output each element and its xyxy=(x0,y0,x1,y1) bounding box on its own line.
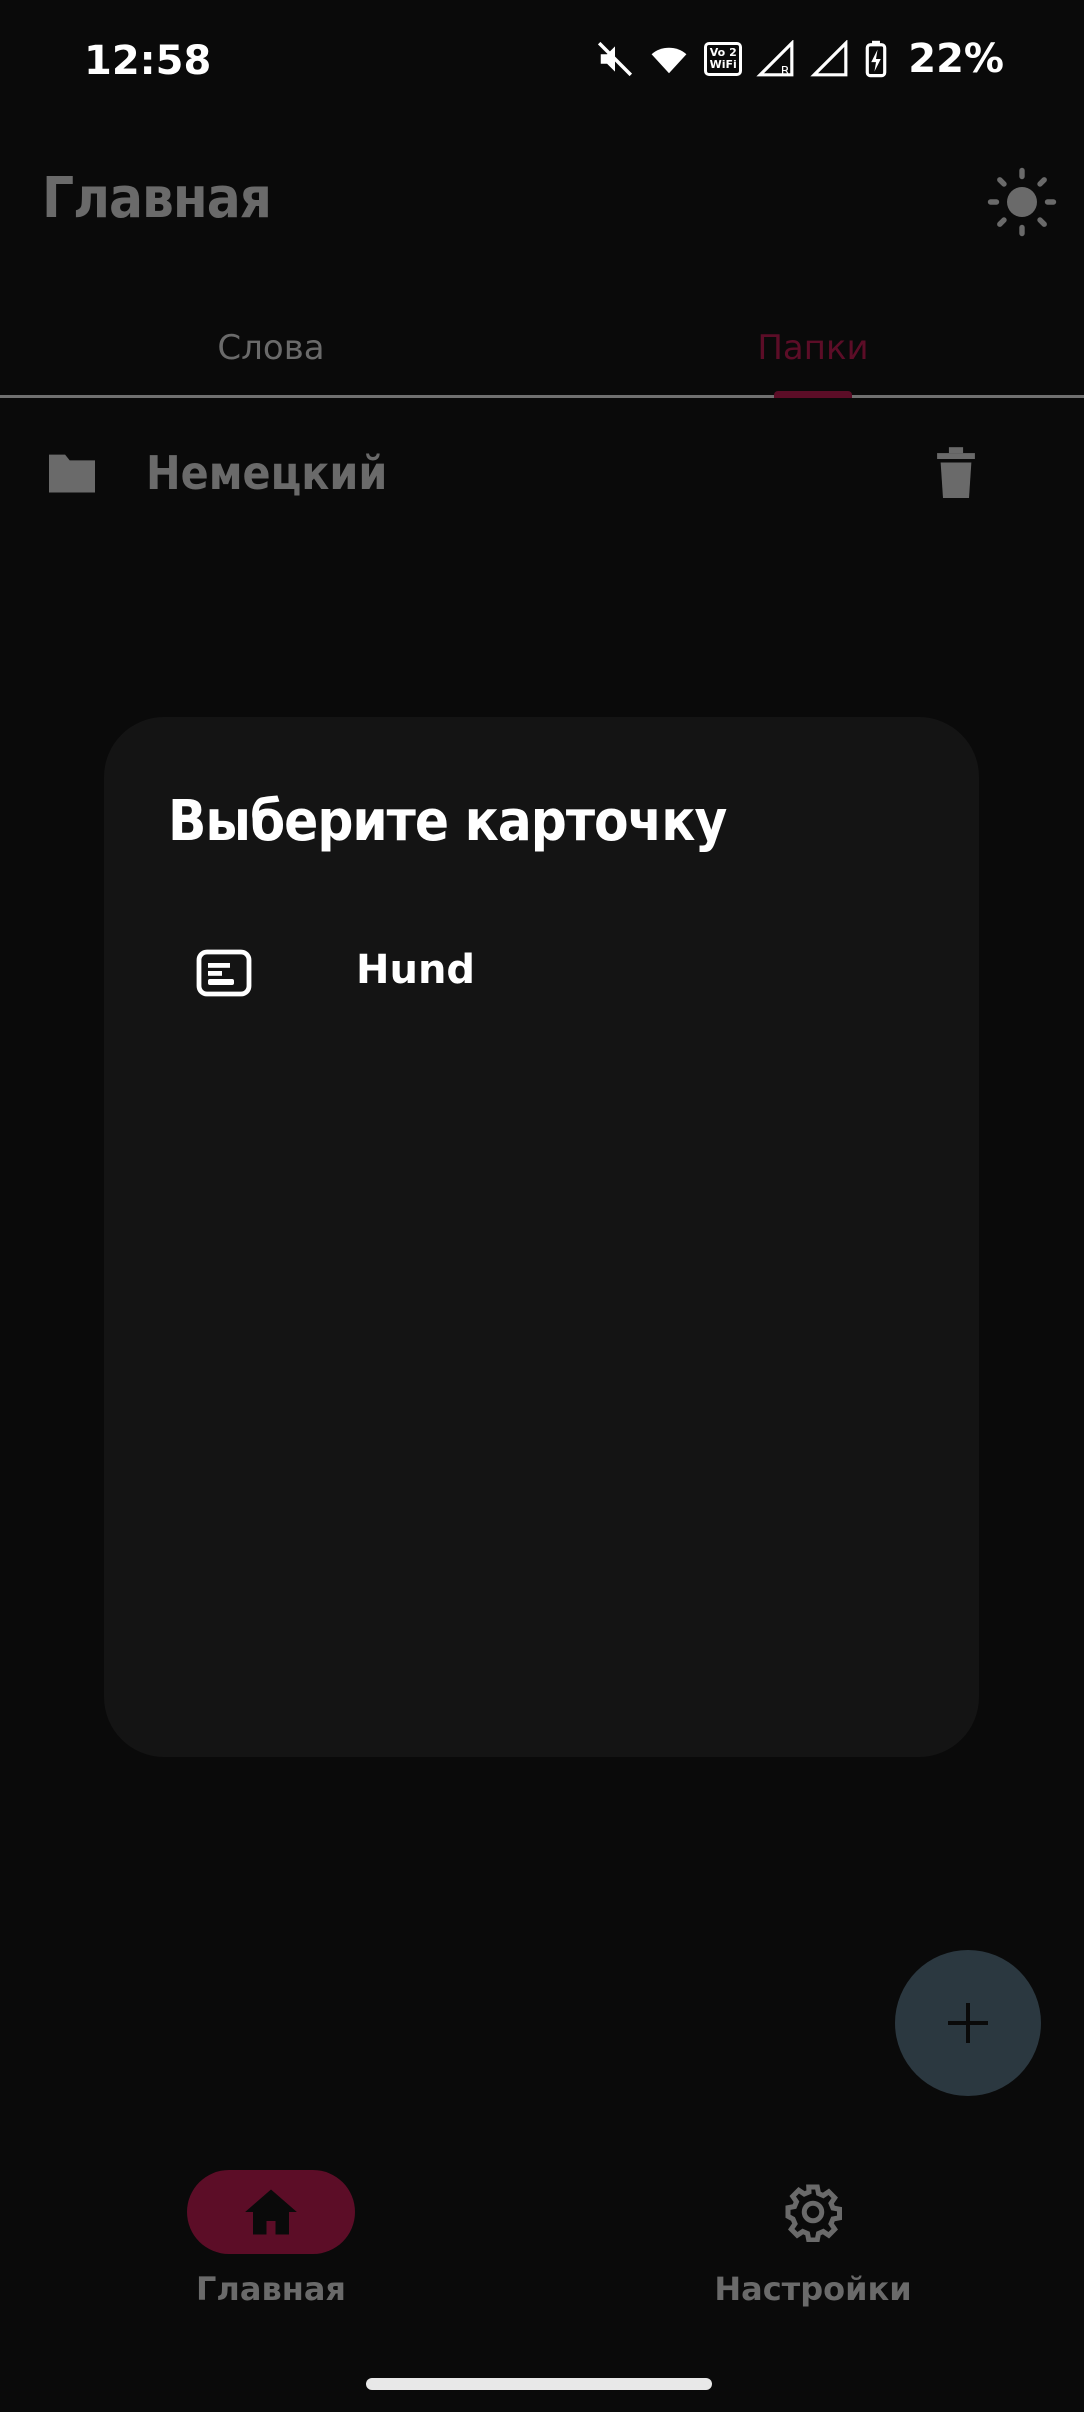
tab-folders[interactable]: Папки xyxy=(542,300,1084,396)
nav-item-home[interactable]: Главная xyxy=(0,2160,542,2320)
tab-words[interactable]: Слова xyxy=(0,300,542,396)
nav-home-indicator xyxy=(187,2170,355,2254)
sun-icon xyxy=(987,167,1057,237)
card-icon xyxy=(196,949,252,997)
battery-percent: 22% xyxy=(908,36,1004,82)
wifi-icon xyxy=(651,47,687,74)
card-label: Hund xyxy=(356,947,476,993)
signal-icon xyxy=(810,40,848,77)
signal-r-icon: R xyxy=(756,40,794,78)
home-icon xyxy=(245,2189,297,2235)
nav-home-label: Главная xyxy=(196,2270,346,2308)
select-card-dialog: Выберите карточку Hund xyxy=(104,717,979,1757)
volte-wifi-icon: Vo 2 WiFi xyxy=(704,42,743,76)
nav-item-settings[interactable]: Настройки xyxy=(542,2160,1084,2320)
tab-indicator xyxy=(774,391,852,398)
tab-divider xyxy=(0,395,1084,398)
page-title: Главная xyxy=(42,166,272,231)
gear-icon xyxy=(785,2184,842,2242)
status-time: 12:58 xyxy=(84,38,212,84)
status-icons: Vo 2 WiFi R 22% xyxy=(596,36,1004,82)
svg-text:R: R xyxy=(781,63,790,78)
battery-charging-icon xyxy=(865,40,887,78)
nav-settings-label: Настройки xyxy=(714,2270,912,2308)
dialog-title: Выберите карточку xyxy=(168,789,727,854)
card-list-item[interactable]: Hund xyxy=(144,927,939,1027)
mute-icon xyxy=(598,41,633,77)
theme-toggle-button[interactable] xyxy=(986,166,1058,238)
plus-icon xyxy=(948,2003,988,2043)
folder-list-item[interactable]: Немецкий xyxy=(0,420,1084,526)
folder-icon xyxy=(49,454,95,493)
trash-icon[interactable] xyxy=(936,446,976,498)
folder-name: Немецкий xyxy=(146,446,388,500)
add-button[interactable] xyxy=(895,1950,1041,2096)
gesture-bar[interactable] xyxy=(366,2378,712,2390)
